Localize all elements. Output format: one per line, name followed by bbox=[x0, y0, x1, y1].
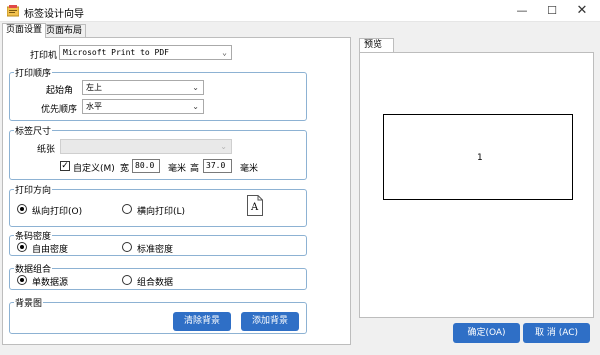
barcode-density-title: 条码密度 bbox=[14, 229, 53, 242]
label-preview: 1 bbox=[383, 114, 573, 200]
minimize-button[interactable]: — bbox=[507, 0, 537, 22]
custom-size-label: 自定义(M) bbox=[73, 164, 115, 174]
print-order-group: 打印顺序 起始角 左上 ⌄ 优先顺序 水平 ⌄ bbox=[9, 66, 307, 121]
page-setup-panel: 打印机 Microsoft Print to PDF ⌄ 打印顺序 起始角 左上… bbox=[2, 37, 351, 345]
label-number: 1 bbox=[477, 153, 483, 163]
chevron-down-icon: ⌄ bbox=[220, 142, 227, 151]
window-title: 标签设计向导 bbox=[24, 9, 84, 20]
priority-value: 水平 bbox=[86, 102, 102, 111]
add-background-button[interactable]: 添加背景 bbox=[241, 312, 299, 331]
close-button[interactable]: ✕ bbox=[567, 0, 597, 22]
landscape-label: 横向打印(L) bbox=[137, 207, 186, 217]
printer-label: 打印机 bbox=[30, 51, 58, 61]
combined-data-radio[interactable] bbox=[122, 275, 132, 285]
cancel-button[interactable]: 取 消 (AC) bbox=[523, 323, 590, 343]
tab-page-layout[interactable]: 页面布局 bbox=[42, 24, 87, 37]
paper-label: 纸张 bbox=[37, 145, 56, 155]
preview-panel: 1 bbox=[359, 52, 594, 318]
maximize-button[interactable]: ☐ bbox=[537, 0, 567, 22]
data-combine-group: 数据组合 单数据源 组合数据 bbox=[9, 262, 307, 290]
standard-density-label: 标准密度 bbox=[137, 245, 174, 255]
label-size-title: 标签尺寸 bbox=[14, 124, 53, 137]
width-input[interactable]: 80.0 bbox=[132, 159, 160, 173]
height-label: 高 bbox=[190, 164, 200, 174]
single-source-label: 单数据源 bbox=[32, 278, 69, 288]
tab-page-setup[interactable]: 页面设置 bbox=[2, 23, 47, 38]
tab-preview[interactable]: 预览 bbox=[359, 38, 394, 52]
background-group: 背景图 清除背景 添加背景 bbox=[9, 296, 307, 334]
height-input[interactable]: 37.0 bbox=[203, 159, 232, 173]
start-corner-select[interactable]: 左上 ⌄ bbox=[82, 80, 204, 95]
start-corner-value: 左上 bbox=[86, 83, 102, 92]
print-direction-group: 打印方向 纵向打印(O) 横向打印(L) A bbox=[9, 183, 307, 227]
print-order-title: 打印顺序 bbox=[14, 66, 53, 79]
printer-select[interactable]: Microsoft Print to PDF ⌄ bbox=[59, 45, 232, 60]
width-unit: 毫米 bbox=[168, 164, 187, 174]
start-corner-label: 起始角 bbox=[46, 86, 74, 96]
printer-select-value: Microsoft Print to PDF bbox=[63, 48, 169, 57]
clear-background-button[interactable]: 清除背景 bbox=[173, 312, 231, 331]
combined-data-label: 组合数据 bbox=[137, 278, 174, 288]
chevron-down-icon: ⌄ bbox=[222, 48, 227, 57]
portrait-label: 纵向打印(O) bbox=[32, 207, 83, 217]
custom-density-radio[interactable] bbox=[17, 242, 27, 252]
paper-select[interactable]: ⌄ bbox=[60, 139, 232, 154]
ok-button[interactable]: 确定(OA) bbox=[453, 323, 520, 343]
data-combine-title: 数据组合 bbox=[14, 262, 53, 275]
chevron-down-icon: ⌄ bbox=[192, 83, 199, 92]
background-title: 背景图 bbox=[14, 296, 44, 309]
standard-density-radio[interactable] bbox=[122, 242, 132, 252]
custom-density-label: 自由密度 bbox=[32, 245, 69, 255]
title-bar: 标签设计向导 — ☐ ✕ bbox=[0, 0, 600, 22]
width-label: 宽 bbox=[120, 164, 130, 174]
priority-select[interactable]: 水平 ⌄ bbox=[82, 99, 204, 114]
portrait-radio[interactable] bbox=[17, 204, 27, 214]
page-letter: A bbox=[251, 202, 259, 213]
label-size-group: 标签尺寸 纸张 ⌄ ✓ 自定义(M) 宽 80.0 毫米 高 37.0 毫米 bbox=[9, 124, 307, 180]
custom-size-checkbox[interactable]: ✓ bbox=[60, 161, 70, 171]
print-direction-title: 打印方向 bbox=[14, 183, 53, 196]
landscape-radio[interactable] bbox=[122, 204, 132, 214]
barcode-density-group: 条码密度 自由密度 标准密度 bbox=[9, 229, 307, 256]
app-icon bbox=[7, 5, 19, 17]
chevron-down-icon: ⌄ bbox=[192, 102, 199, 111]
height-unit: 毫米 bbox=[240, 164, 259, 174]
single-source-radio[interactable] bbox=[17, 275, 27, 285]
priority-label: 优先顺序 bbox=[41, 105, 78, 115]
